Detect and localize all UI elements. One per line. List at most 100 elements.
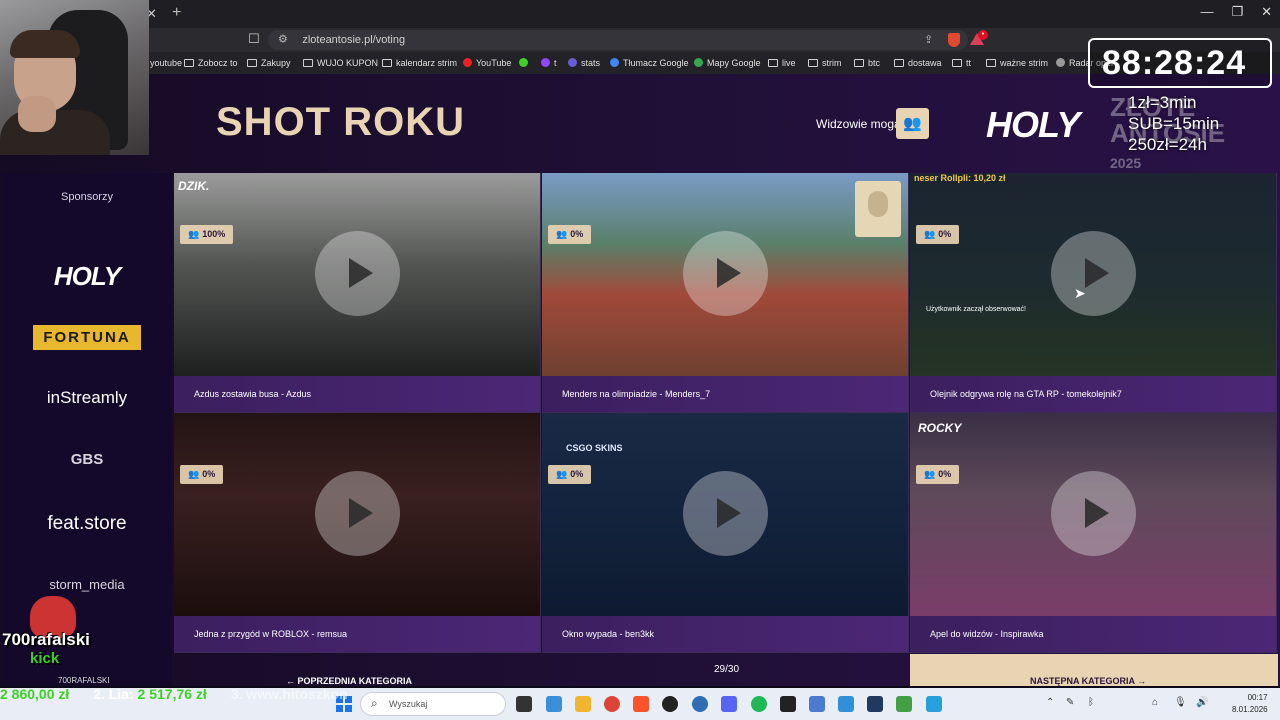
user-strip: 700RAFALSKI bbox=[58, 676, 110, 685]
folder-icon bbox=[382, 59, 392, 67]
streamer-hand bbox=[18, 96, 56, 132]
address-field[interactable]: ⚙ zloteantosie.pl/voting bbox=[268, 30, 968, 50]
sponsor-feat-store[interactable]: feat.store bbox=[2, 513, 172, 535]
timer-text: 88:28:24 bbox=[1102, 44, 1247, 82]
bookmark-item[interactable]: live bbox=[768, 58, 796, 68]
spotify-icon[interactable] bbox=[751, 696, 767, 712]
brave-shield-icon[interactable] bbox=[948, 33, 960, 47]
chrome-icon[interactable] bbox=[604, 696, 620, 712]
arrow-left-icon: ← bbox=[286, 676, 298, 686]
nominee-caption: Olejnik odgrywa rolę na GTA RP - tomekol… bbox=[910, 376, 1276, 412]
sponsor-storm-media[interactable]: storm_media bbox=[2, 577, 172, 592]
folder-icon bbox=[184, 59, 194, 67]
obs-icon[interactable] bbox=[780, 696, 796, 712]
ticker-amount: 2 860,00 zł bbox=[0, 686, 70, 702]
task-view-icon[interactable] bbox=[516, 696, 532, 712]
volume-icon[interactable]: 🔊 bbox=[1196, 697, 1208, 708]
network-icon[interactable]: ⌂ bbox=[1152, 697, 1158, 708]
sponsor-instreamly[interactable]: inStreamly bbox=[2, 388, 172, 408]
app-icon[interactable] bbox=[867, 696, 883, 712]
folder-icon[interactable] bbox=[575, 696, 591, 712]
microphone-icon[interactable]: 🎙 bbox=[1174, 697, 1187, 708]
bookmark-item[interactable]: strim bbox=[808, 58, 842, 68]
nominee-caption: Apel do widzów - Inspirawka bbox=[910, 616, 1276, 652]
donation-ticker: 2 860,00 zł 2. Lia: 2 517,76 zł 3. www.h… bbox=[0, 686, 440, 706]
pen-icon[interactable]: ✎ bbox=[1066, 697, 1074, 708]
sponsor-gbs[interactable]: GBS bbox=[2, 451, 172, 468]
maximize-icon[interactable]: ❐ bbox=[1231, 4, 1243, 20]
minimize-icon[interactable]: — bbox=[1200, 4, 1213, 20]
next-category-button[interactable]: NASTĘPNA KATEGORIA → bbox=[1030, 676, 1146, 686]
nominee-grid: DZIK. 👥 100% Azdus zostawia busa - Azdus … bbox=[174, 173, 1278, 653]
nominee-card[interactable]: 👥 0% Menders na olimpiadzie - Menders_7 bbox=[542, 173, 909, 413]
sponsors-title: Sponsorzy bbox=[61, 191, 113, 203]
bookmark-item[interactable]: tt bbox=[952, 58, 971, 68]
folder-icon bbox=[952, 59, 962, 67]
viewers-vote-button[interactable]: 👥 bbox=[896, 108, 929, 139]
system-clock[interactable]: 00:17 8.01.2026 bbox=[1232, 692, 1268, 716]
bookmark-item[interactable]: ważne strim bbox=[986, 58, 1048, 68]
calculator-icon[interactable] bbox=[809, 696, 825, 712]
nominee-caption: Menders na olimpiadzie - Menders_7 bbox=[542, 376, 908, 412]
previous-category-button[interactable]: ← POPRZEDNIA KATEGORIA bbox=[286, 676, 412, 686]
close-window-icon[interactable]: ✕ bbox=[1261, 4, 1272, 20]
bookmark-item[interactable]: dostawa bbox=[894, 58, 942, 68]
bookmark-item[interactable]: Tłumacz Google bbox=[610, 58, 689, 68]
nominee-card[interactable]: ROCKY 👥 0% Apel do widzów - Inspirawka bbox=[910, 413, 1277, 653]
folder-icon bbox=[854, 59, 864, 67]
bookmark-item[interactable]: Zobocz to bbox=[184, 58, 238, 68]
folder-icon bbox=[303, 59, 313, 67]
nominee-card[interactable]: neser Rollpli: 10,20 zł Użytkownik zaczą… bbox=[910, 173, 1277, 413]
play-icon[interactable] bbox=[683, 471, 768, 556]
bookmark-item[interactable]: btc bbox=[854, 58, 880, 68]
bookmark-item[interactable]: Mapy Google bbox=[694, 58, 761, 68]
bluetooth-icon[interactable]: ᛒ bbox=[1088, 697, 1094, 708]
bookmark-item[interactable]: Zakupy bbox=[247, 58, 291, 68]
viewers-label: Widzowie mogą bbox=[816, 117, 901, 131]
folder-icon bbox=[894, 59, 904, 67]
streamer-hair bbox=[10, 30, 80, 58]
tray-chevron-icon[interactable]: ⌃ bbox=[1046, 697, 1054, 708]
brave-icon[interactable] bbox=[633, 696, 649, 712]
bookmark-item[interactable]: kalendarz strim bbox=[382, 58, 457, 68]
bookmark-item[interactable]: WUJO KUPON bbox=[303, 58, 378, 68]
visual-studio-icon[interactable] bbox=[838, 696, 854, 712]
nominee-card[interactable]: DZIK. 👥 100% Azdus zostawia busa - Azdus bbox=[174, 173, 541, 413]
bookmark-icon[interactable]: ☐ bbox=[248, 31, 260, 47]
play-icon[interactable] bbox=[315, 231, 400, 316]
bookmark-item[interactable]: YouTube bbox=[463, 58, 511, 68]
play-icon[interactable] bbox=[1051, 471, 1136, 556]
bookmark-item[interactable] bbox=[519, 58, 532, 68]
nominee-card[interactable]: CSGO SKINS 👥 0% Okno wypada - ben3kk bbox=[542, 413, 909, 653]
notepad-icon[interactable] bbox=[896, 696, 912, 712]
site-settings-icon[interactable]: ⚙ bbox=[278, 33, 288, 45]
app-icon[interactable] bbox=[692, 696, 708, 712]
bookmark-item[interactable]: t bbox=[541, 58, 557, 68]
users-icon: 👥 bbox=[188, 229, 200, 239]
streamer-webcam bbox=[0, 0, 149, 155]
bookmark-item[interactable]: stats bbox=[568, 58, 600, 68]
nominee-card[interactable]: 👥 0% Jedna z przygód w ROBLOX - remsua bbox=[174, 413, 541, 653]
url-text: zloteantosie.pl/voting bbox=[302, 34, 406, 46]
translate-icon bbox=[610, 58, 619, 67]
ticker-amount: 2 517,76 zł bbox=[137, 686, 207, 702]
folder-icon bbox=[247, 59, 257, 67]
mouse-cursor-icon: ➤ bbox=[1074, 285, 1086, 301]
bookmark-item[interactable]: youtube bbox=[150, 58, 182, 68]
folder-icon bbox=[768, 59, 778, 67]
play-icon[interactable] bbox=[683, 231, 768, 316]
sponsor-holy[interactable]: HOLY bbox=[2, 261, 172, 292]
discord-icon[interactable] bbox=[721, 696, 737, 712]
kick-streamer-overlay: 700rafalski kick bbox=[2, 596, 106, 674]
play-icon[interactable] bbox=[315, 471, 400, 556]
users-icon: 👥 bbox=[924, 229, 936, 239]
share-icon[interactable]: ⇪ bbox=[924, 33, 933, 46]
app-icon[interactable] bbox=[926, 696, 942, 712]
rate-line: 250zł=24h bbox=[1128, 135, 1207, 154]
next-category-box[interactable]: NASTĘPNA KATEGORIA → bbox=[910, 654, 1278, 686]
steam-icon[interactable] bbox=[662, 696, 678, 712]
explorer-icon[interactable] bbox=[546, 696, 562, 712]
sponsor-fortuna[interactable]: FORTUNA bbox=[2, 325, 172, 350]
new-tab-button[interactable]: + bbox=[172, 4, 181, 22]
play-icon[interactable] bbox=[1051, 231, 1136, 316]
